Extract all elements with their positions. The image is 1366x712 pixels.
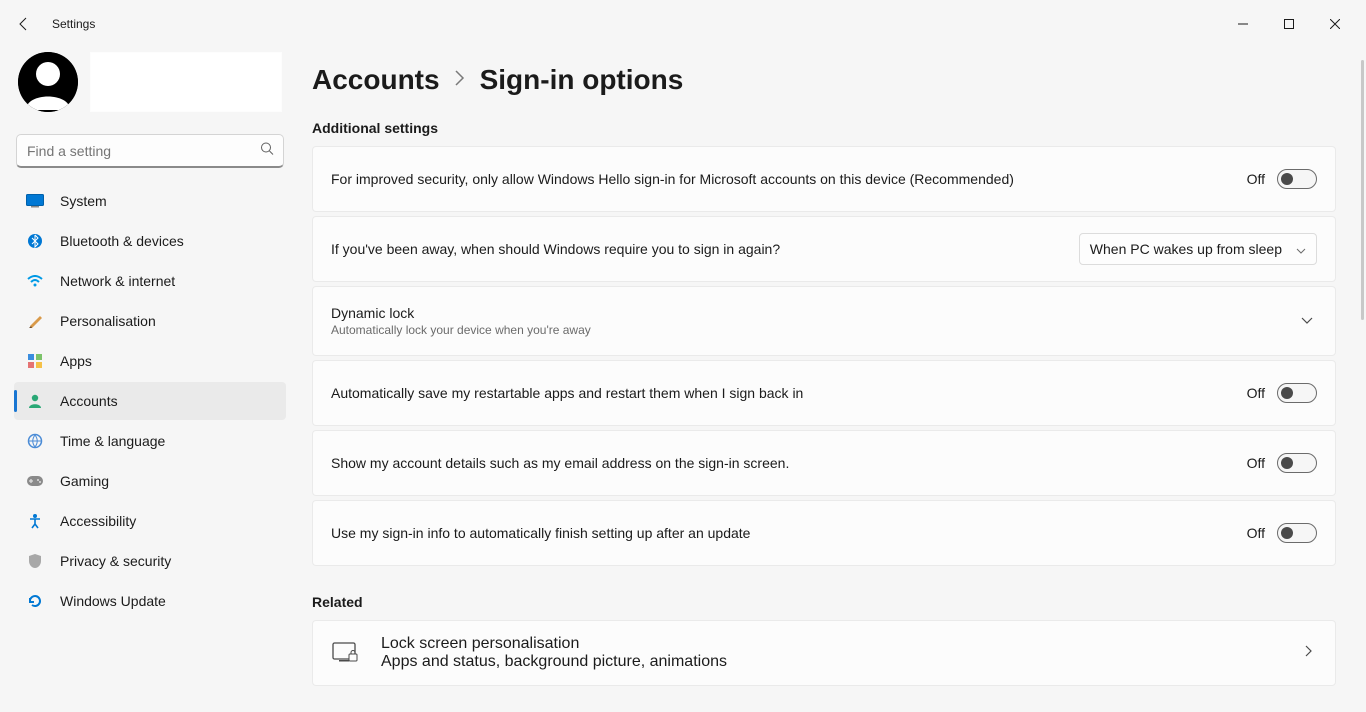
- chevron-right-icon: [1301, 640, 1317, 666]
- related-subtitle: Apps and status, background picture, ani…: [381, 653, 1279, 671]
- breadcrumb-parent[interactable]: Accounts: [312, 64, 440, 96]
- scrollbar[interactable]: [1361, 60, 1364, 320]
- setting-label: Automatically save my restartable apps a…: [331, 385, 1247, 401]
- toggle-state-label: Off: [1247, 525, 1265, 541]
- sidebar-item-label: Network & internet: [60, 273, 175, 289]
- globe-clock-icon: [26, 432, 44, 450]
- sidebar-item-label: Apps: [60, 353, 92, 369]
- breadcrumb-current: Sign-in options: [480, 64, 684, 96]
- toggle-finish-setup[interactable]: [1277, 523, 1317, 543]
- sidebar-item-accounts[interactable]: Accounts: [14, 382, 286, 420]
- bluetooth-icon: [26, 232, 44, 250]
- setting-restartable-apps: Automatically save my restartable apps a…: [312, 360, 1336, 426]
- setting-windows-hello-only: For improved security, only allow Window…: [312, 146, 1336, 212]
- sidebar: System Bluetooth & devices Network & int…: [0, 48, 300, 712]
- avatar: [18, 52, 78, 112]
- toggle-state-label: Off: [1247, 385, 1265, 401]
- setting-label: If you've been away, when should Windows…: [331, 241, 1079, 257]
- minimize-icon: [1238, 19, 1248, 29]
- setting-label: For improved security, only allow Window…: [331, 171, 1247, 187]
- dynamic-lock-subtitle: Automatically lock your device when you'…: [331, 323, 1297, 337]
- search-box[interactable]: [16, 134, 284, 168]
- sidebar-item-personalisation[interactable]: Personalisation: [14, 302, 286, 340]
- sidebar-item-apps[interactable]: Apps: [14, 342, 286, 380]
- back-button[interactable]: [8, 8, 40, 40]
- setting-label: Use my sign-in info to automatically fin…: [331, 525, 1247, 541]
- titlebar: Settings: [0, 0, 1366, 48]
- profile-block[interactable]: [14, 48, 286, 128]
- close-icon: [1330, 19, 1340, 29]
- update-icon: [26, 592, 44, 610]
- chevron-down-icon: [1296, 241, 1306, 257]
- person-icon: [26, 392, 44, 410]
- close-button[interactable]: [1312, 8, 1358, 40]
- setting-dynamic-lock[interactable]: Dynamic lock Automatically lock your dev…: [312, 286, 1336, 356]
- setting-label: Show my account details such as my email…: [331, 455, 1247, 471]
- maximize-button[interactable]: [1266, 8, 1312, 40]
- sidebar-item-label: Windows Update: [60, 593, 166, 609]
- sidebar-item-privacy[interactable]: Privacy & security: [14, 542, 286, 580]
- nav-list: System Bluetooth & devices Network & int…: [14, 182, 286, 620]
- search-icon: [260, 142, 274, 161]
- require-signin-select[interactable]: When PC wakes up from sleep: [1079, 233, 1317, 265]
- window-title: Settings: [52, 17, 95, 31]
- sidebar-item-system[interactable]: System: [14, 182, 286, 220]
- shield-icon: [26, 552, 44, 570]
- sidebar-item-label: Accounts: [60, 393, 118, 409]
- setting-finish-setup: Use my sign-in info to automatically fin…: [312, 500, 1336, 566]
- related-title: Lock screen personalisation: [381, 635, 1279, 653]
- breadcrumb: Accounts Sign-in options: [312, 64, 1336, 96]
- toggle-account-details[interactable]: [1277, 453, 1317, 473]
- setting-show-account-details: Show my account details such as my email…: [312, 430, 1336, 496]
- system-icon: [26, 192, 44, 210]
- sidebar-item-time-language[interactable]: Time & language: [14, 422, 286, 460]
- sidebar-item-label: Accessibility: [60, 513, 136, 529]
- search-input[interactable]: [16, 134, 284, 168]
- sidebar-item-label: System: [60, 193, 107, 209]
- minimize-button[interactable]: [1220, 8, 1266, 40]
- toggle-state-label: Off: [1247, 171, 1265, 187]
- sidebar-item-gaming[interactable]: Gaming: [14, 462, 286, 500]
- setting-require-signin: If you've been away, when should Windows…: [312, 216, 1336, 282]
- sidebar-item-label: Personalisation: [60, 313, 156, 329]
- select-value: When PC wakes up from sleep: [1090, 241, 1282, 257]
- profile-info: [90, 52, 282, 112]
- maximize-icon: [1284, 19, 1294, 29]
- sidebar-item-windows-update[interactable]: Windows Update: [14, 582, 286, 620]
- lock-screen-icon: [331, 642, 359, 664]
- wifi-icon: [26, 272, 44, 290]
- sidebar-item-label: Time & language: [60, 433, 165, 449]
- window-controls: [1220, 8, 1358, 40]
- toggle-state-label: Off: [1247, 455, 1265, 471]
- section-related: Related: [312, 594, 1336, 610]
- sidebar-item-network[interactable]: Network & internet: [14, 262, 286, 300]
- section-additional-settings: Additional settings: [312, 120, 1336, 136]
- gamepad-icon: [26, 472, 44, 490]
- paintbrush-icon: [26, 312, 44, 330]
- sidebar-item-bluetooth[interactable]: Bluetooth & devices: [14, 222, 286, 260]
- toggle-windows-hello[interactable]: [1277, 169, 1317, 189]
- accessibility-icon: [26, 512, 44, 530]
- apps-icon: [26, 352, 44, 370]
- sidebar-item-label: Gaming: [60, 473, 109, 489]
- chevron-down-icon: [1297, 308, 1317, 334]
- arrow-left-icon: [16, 16, 32, 32]
- related-lock-screen[interactable]: Lock screen personalisation Apps and sta…: [312, 620, 1336, 686]
- dynamic-lock-title: Dynamic lock: [331, 305, 1297, 321]
- sidebar-item-label: Bluetooth & devices: [60, 233, 184, 249]
- content-area: Accounts Sign-in options Additional sett…: [300, 48, 1366, 712]
- sidebar-item-label: Privacy & security: [60, 553, 171, 569]
- sidebar-item-accessibility[interactable]: Accessibility: [14, 502, 286, 540]
- toggle-restartable-apps[interactable]: [1277, 383, 1317, 403]
- chevron-right-icon: [454, 69, 466, 92]
